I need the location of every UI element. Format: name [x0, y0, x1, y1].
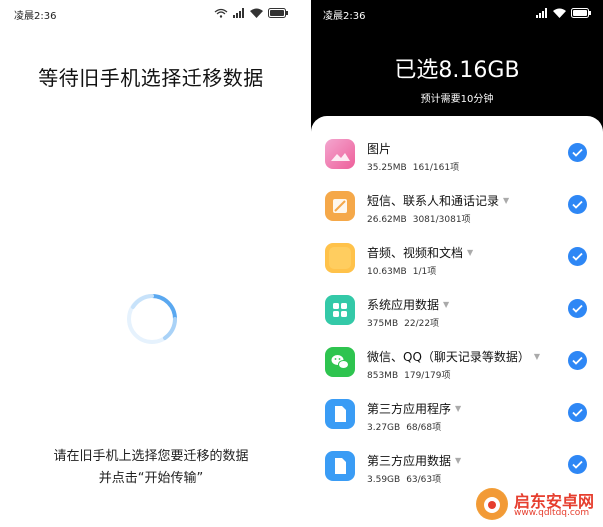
item-size: 3.59GB — [367, 475, 401, 485]
file-icon — [325, 399, 355, 429]
caret-down-icon[interactable]: ▼ — [455, 404, 461, 413]
item-count: 179/179项 — [404, 371, 451, 381]
status-time: 凌晨2:36 — [14, 10, 57, 22]
data-category-list: 图片 35.25MB 161/161项 短信、联系人和通话记录 ▼ 26.62MB 3… — [311, 116, 603, 527]
watermark-logo-icon — [476, 488, 508, 520]
list-item-third-party-apps[interactable]: 第三方应用程序 ▼ 3.27GB 68/68项 — [311, 392, 603, 444]
selected-size-title: 已选8.16GB — [394, 58, 520, 83]
checked-checkbox[interactable] — [568, 299, 587, 318]
list-item-messages-contacts[interactable]: 短信、联系人和通话记录 ▼ 26.62MB 3081/3081项 — [311, 184, 603, 236]
checked-checkbox[interactable] — [568, 455, 587, 474]
item-label: 第三方应用程序 — [367, 402, 452, 416]
caret-down-icon[interactable]: ▼ — [503, 196, 509, 205]
status-time: 凌晨2:36 — [323, 10, 366, 22]
apps-grid-icon — [325, 295, 355, 325]
wifi-icon — [553, 8, 566, 21]
folder-icon — [325, 243, 355, 273]
list-item-photos[interactable]: 图片 35.25MB 161/161项 — [311, 132, 603, 184]
list-item-system-app-data[interactable]: 系统应用数据 ▼ 375MB 22/22项 — [311, 288, 603, 340]
item-count: 1/1项 — [412, 267, 437, 277]
item-size: 3.27GB — [367, 423, 401, 433]
wechat-icon — [325, 347, 355, 377]
checked-checkbox[interactable] — [568, 403, 587, 422]
page-title: 等待旧手机选择迁移数据 — [38, 66, 264, 90]
status-bar: 凌晨2:36 — [311, 0, 603, 28]
item-count: 3081/3081项 — [412, 215, 471, 225]
checked-checkbox[interactable] — [568, 351, 587, 370]
status-bar: 凌晨2:36 — [0, 0, 302, 28]
item-label: 第三方应用数据 — [367, 454, 452, 468]
wifi-icon — [250, 8, 263, 21]
gallery-icon — [325, 139, 355, 169]
item-size: 35.25MB — [367, 163, 407, 173]
signal-icon — [233, 7, 245, 21]
item-count: 63/63项 — [406, 475, 442, 485]
checked-checkbox[interactable] — [568, 143, 587, 162]
item-size: 853MB — [367, 371, 399, 381]
old-phone-waiting-screen: 凌晨2:36 等待旧手机选择迁移数据 请在旧手机上选择您要迁移的数据 并点击“开… — [0, 0, 302, 527]
item-label: 系统应用数据 — [367, 298, 440, 312]
caret-down-icon[interactable]: ▼ — [443, 300, 449, 309]
item-size: 375MB — [367, 319, 399, 329]
hotspot-icon — [214, 8, 228, 21]
caret-down-icon[interactable]: ▼ — [467, 248, 473, 257]
instruction-line-1: 请在旧手机上选择您要迁移的数据 — [53, 449, 249, 464]
item-label: 图片 — [367, 142, 392, 156]
list-item-wechat-qq[interactable]: 微信、QQ（聊天记录等数据） ▼ 853MB 179/179项 — [311, 340, 603, 392]
battery-icon — [268, 7, 288, 21]
checked-checkbox[interactable] — [568, 195, 587, 214]
item-size: 10.63MB — [367, 267, 407, 277]
battery-icon — [571, 7, 591, 21]
item-count: 161/161项 — [412, 163, 460, 173]
messages-icon — [325, 191, 355, 221]
file-icon — [325, 451, 355, 481]
instruction-text: 请在旧手机上选择您要迁移的数据 并点击“开始传输” — [0, 446, 302, 490]
checked-checkbox[interactable] — [568, 247, 587, 266]
instruction-line-2: 并点击“开始传输” — [98, 471, 204, 486]
list-item-audio-video-docs[interactable]: 音频、视频和文档 ▼ 10.63MB 1/1项 — [311, 236, 603, 288]
new-phone-selection-screen: 凌晨2:36 已选8.16GB 预计需要10分钟 图片 35.25MB 161/1… — [311, 0, 603, 527]
loading-spinner — [125, 292, 179, 346]
item-size: 26.62MB — [367, 215, 407, 225]
item-label: 微信、QQ（聊天记录等数据） — [367, 350, 530, 364]
caret-down-icon[interactable]: ▼ — [534, 352, 540, 361]
item-count: 22/22项 — [404, 319, 440, 329]
site-watermark: 启东安卓网 www.qdltdq.com — [470, 486, 600, 524]
item-count: 68/68项 — [406, 423, 442, 433]
signal-icon — [536, 7, 548, 21]
watermark-url: www.qdltdq.com — [514, 508, 590, 518]
item-label: 音频、视频和文档 — [367, 246, 464, 260]
caret-down-icon[interactable]: ▼ — [455, 456, 461, 465]
item-label: 短信、联系人和通话记录 — [367, 194, 500, 208]
estimated-time: 预计需要10分钟 — [420, 94, 494, 105]
